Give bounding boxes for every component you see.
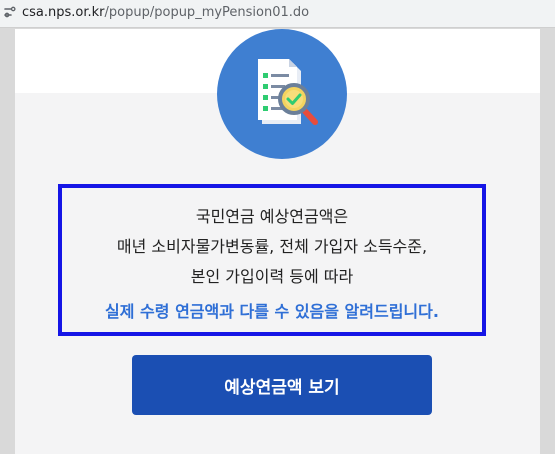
notice-line-3: 본인 가입이력 등에 따라 xyxy=(190,267,354,286)
notice-line-2: 매년 소비자물가변동률, 전체 가입자 소득수준, xyxy=(116,237,428,256)
url-text[interactable]: csa.nps.or.kr/popup/popup_myPension01.do xyxy=(22,4,309,22)
view-expected-pension-button[interactable]: 예상연금액 보기 xyxy=(132,355,432,415)
site-info-icon[interactable] xyxy=(4,6,16,18)
browser-window: csa.nps.or.kr/popup/popup_myPension01.do xyxy=(0,0,555,454)
pension-popup: 국민연금 예상연금액은 매년 소비자물가변동률, 전체 가입자 소득수준, 본인… xyxy=(15,29,540,454)
notice-box: 국민연금 예상연금액은 매년 소비자물가변동률, 전체 가입자 소득수준, 본인… xyxy=(58,184,486,336)
notice-highlight: 실제 수령 연금액과 다를 수 있음을 알려드립니다. xyxy=(105,302,439,321)
url-host: csa.nps.or.kr xyxy=(22,5,105,20)
address-bar[interactable]: csa.nps.or.kr/popup/popup_myPension01.do xyxy=(0,0,555,28)
notice-line-1: 국민연금 예상연금액은 xyxy=(195,207,349,226)
url-path: /popup/popup_myPension01.do xyxy=(104,5,310,20)
document-magnifier-check-icon xyxy=(217,29,347,159)
